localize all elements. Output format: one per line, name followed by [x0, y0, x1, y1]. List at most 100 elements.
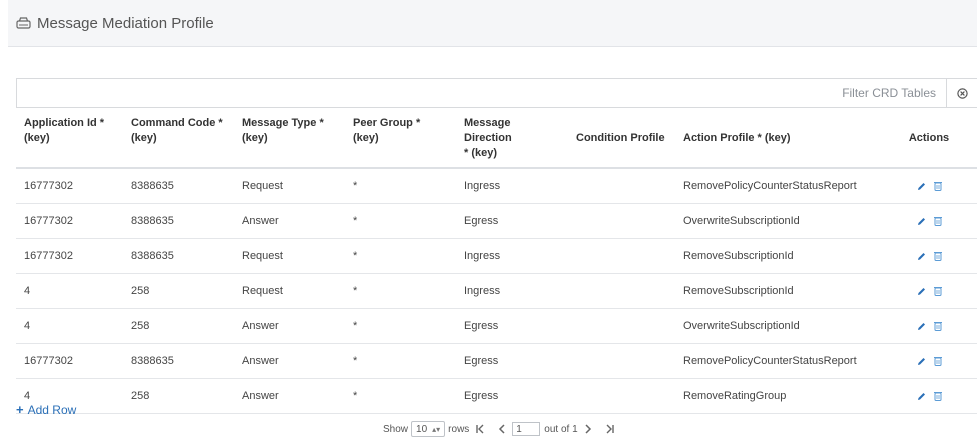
- cell-command-code: 258: [123, 378, 234, 414]
- table-row: 16777302 8388635 Request * Ingress RemovePoli…: [16, 168, 977, 204]
- page-title: Message Mediation Profile: [37, 14, 214, 32]
- filter-bar: Filter CRD Tables: [16, 78, 977, 108]
- table-row: 4 258 Answer * Egress RemoveRatingGroup: [16, 378, 977, 414]
- cell-command-code: 8388635: [123, 238, 234, 274]
- edit-pencil-icon[interactable]: [917, 287, 926, 296]
- cell-action-profile: OverwriteSubscriptionId: [675, 203, 881, 239]
- cell-action-profile: RemovePolicyCounterStatusReport: [675, 168, 881, 204]
- printer-icon: [16, 16, 31, 30]
- column-header-peer-group[interactable]: Peer Group * (key): [345, 110, 456, 169]
- cell-action-profile: RemoveSubscriptionId: [675, 238, 881, 274]
- cell-condition-profile: [568, 343, 675, 379]
- cell-action-profile: RemoveRatingGroup: [675, 378, 881, 414]
- row-actions: [881, 378, 977, 414]
- out-of-label: out of 1: [544, 423, 578, 435]
- cell-message-direction: Ingress: [456, 273, 568, 309]
- delete-trash-icon[interactable]: [933, 391, 942, 402]
- cell-condition-profile: [568, 203, 675, 239]
- column-header-action-profile[interactable]: Action Profile * (key): [675, 110, 881, 169]
- table-row: 4 258 Request * Ingress RemoveSubscriptionId: [16, 273, 977, 309]
- cell-message-type: Request: [234, 168, 345, 204]
- cell-command-code: 8388635: [123, 203, 234, 239]
- rows-per-page-select[interactable]: 10 ▴▾: [411, 421, 446, 437]
- cell-message-direction: Ingress: [456, 168, 568, 204]
- delete-trash-icon[interactable]: [933, 181, 942, 192]
- cell-peer-group: *: [345, 168, 456, 204]
- delete-trash-icon[interactable]: [933, 251, 942, 262]
- cell-message-direction: Egress: [456, 308, 568, 344]
- delete-trash-icon[interactable]: [933, 356, 942, 367]
- delete-trash-icon[interactable]: [933, 216, 942, 227]
- cell-peer-group: *: [345, 378, 456, 414]
- cell-message-type: Answer: [234, 378, 345, 414]
- cell-peer-group: *: [345, 308, 456, 344]
- column-header-condition-profile[interactable]: Condition Profile: [568, 110, 675, 169]
- row-actions: [881, 203, 977, 239]
- table-row: 16777302 8388635 Answer * Egress RemovePolicy…: [16, 343, 977, 379]
- cell-message-type: Answer: [234, 308, 345, 344]
- page-header: Message Mediation Profile: [8, 0, 977, 47]
- cell-action-profile: RemoveSubscriptionId: [675, 273, 881, 309]
- cell-command-code: 258: [123, 273, 234, 309]
- add-row-label: Add Row: [27, 402, 77, 417]
- plus-icon: +: [16, 402, 24, 417]
- edit-pencil-icon[interactable]: [917, 322, 926, 331]
- table-row: 16777302 8388635 Answer * Egress OverwriteSub…: [16, 203, 977, 239]
- cell-command-code: 8388635: [123, 168, 234, 204]
- cell-command-code: 258: [123, 308, 234, 344]
- previous-page-icon[interactable]: [498, 424, 505, 434]
- cell-action-profile: OverwriteSubscriptionId: [675, 308, 881, 344]
- cell-message-direction: Egress: [456, 343, 568, 379]
- cell-message-direction: Egress: [456, 203, 568, 239]
- cell-command-code: 8388635: [123, 343, 234, 379]
- cell-message-type: Answer: [234, 343, 345, 379]
- table-row: 4 258 Answer * Egress OverwriteSubscriptionId: [16, 308, 977, 344]
- cell-application-id: 16777302: [16, 343, 123, 379]
- cell-message-direction: Egress: [456, 378, 568, 414]
- first-page-icon[interactable]: [476, 424, 484, 434]
- pagination: Show 10 ▴▾ rows 1 out of 1: [383, 420, 621, 438]
- column-header-message-type[interactable]: Message Type * (key): [234, 110, 345, 169]
- cell-condition-profile: [568, 168, 675, 204]
- column-header-command-code[interactable]: Command Code * (key): [123, 110, 234, 169]
- edit-pencil-icon[interactable]: [917, 357, 926, 366]
- cell-condition-profile: [568, 378, 675, 414]
- cell-peer-group: *: [345, 203, 456, 239]
- cell-peer-group: *: [345, 238, 456, 274]
- cell-message-type: Request: [234, 238, 345, 274]
- rows-label: rows: [448, 423, 470, 435]
- cell-application-id: 16777302: [16, 238, 123, 274]
- column-header-message-direction[interactable]: Message Direction * (key): [456, 110, 568, 169]
- last-page-icon[interactable]: [606, 424, 614, 434]
- edit-pencil-icon[interactable]: [917, 182, 926, 191]
- filter-input[interactable]: Filter CRD Tables: [842, 79, 947, 107]
- table-header-row: Application Id * (key) Command Code * (key…: [16, 110, 977, 169]
- column-header-application-id[interactable]: Application Id * (key): [16, 110, 123, 169]
- column-header-actions: Actions: [881, 110, 977, 169]
- delete-trash-icon[interactable]: [933, 286, 942, 297]
- row-actions: [881, 168, 977, 204]
- cell-application-id: 4: [16, 308, 123, 344]
- cell-application-id: 4: [16, 273, 123, 309]
- cell-condition-profile: [568, 308, 675, 344]
- next-page-icon[interactable]: [585, 424, 592, 434]
- add-row-button[interactable]: + Add Row: [16, 402, 76, 417]
- updown-arrow-icon: ▴▾: [432, 424, 441, 434]
- row-actions: [881, 343, 977, 379]
- delete-trash-icon[interactable]: [933, 321, 942, 332]
- row-actions: [881, 273, 977, 309]
- cell-peer-group: *: [345, 343, 456, 379]
- edit-pencil-icon[interactable]: [917, 252, 926, 261]
- cell-message-type: Request: [234, 273, 345, 309]
- crd-table: Application Id * (key) Command Code * (key…: [16, 110, 977, 414]
- clear-filter-icon[interactable]: [947, 79, 977, 107]
- page-number-input[interactable]: 1: [512, 422, 541, 436]
- cell-action-profile: RemovePolicyCounterStatusReport: [675, 343, 881, 379]
- edit-pencil-icon[interactable]: [917, 217, 926, 226]
- row-actions: [881, 308, 977, 344]
- cell-application-id: 16777302: [16, 203, 123, 239]
- edit-pencil-icon[interactable]: [917, 392, 926, 401]
- show-label: Show: [383, 423, 409, 435]
- row-actions: [881, 238, 977, 274]
- cell-message-type: Answer: [234, 203, 345, 239]
